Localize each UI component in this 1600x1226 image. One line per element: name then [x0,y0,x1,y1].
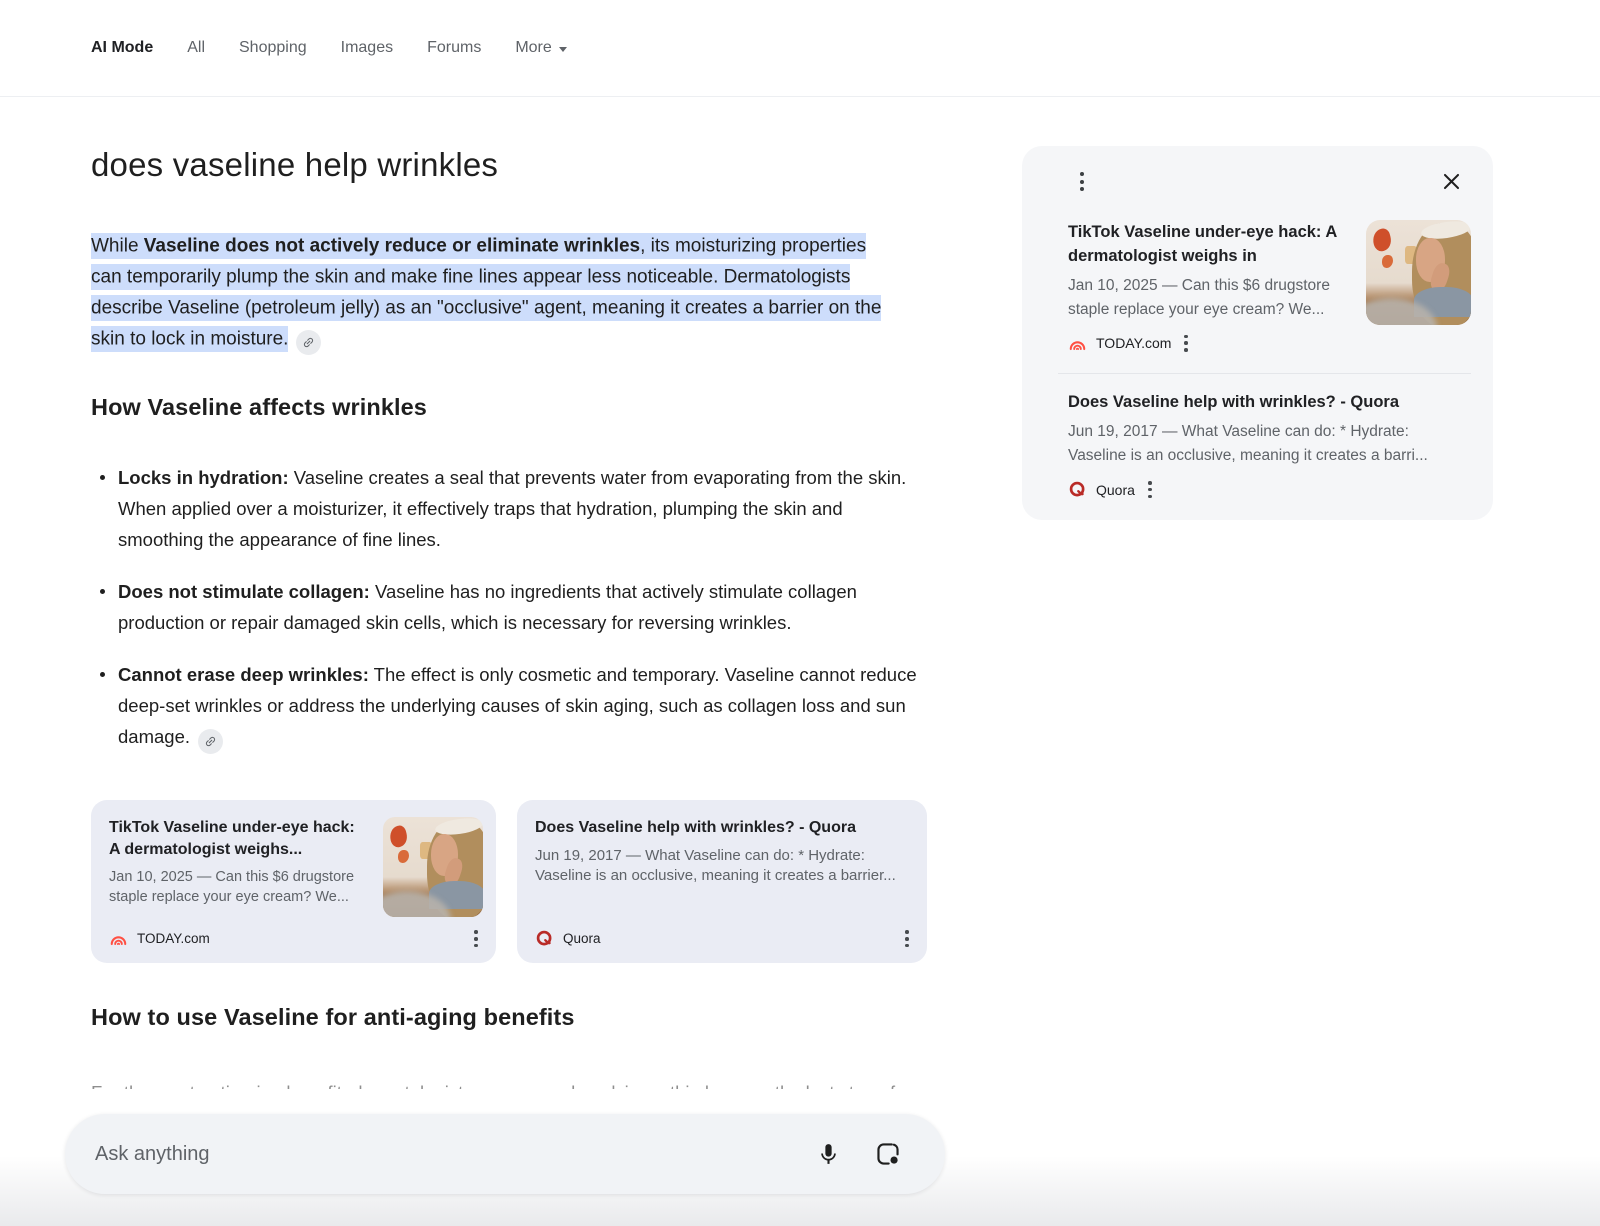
panel-source-snippet: Jan 10, 2025 — Can this $6 drugstore sta… [1068,274,1350,321]
lens-search-button[interactable] [871,1137,905,1171]
sources-side-panel: TikTok Vaseline under-eye hack: A dermat… [1022,146,1493,520]
ask-anything-input[interactable] [93,1142,785,1167]
article-thumbnail [1366,220,1471,325]
panel-entry-menu-button[interactable] [1144,477,1156,501]
quora-logo-icon [535,929,554,948]
ask-anything-bar[interactable] [65,1114,945,1194]
search-mode-tabs: AI Mode All Shopping Images Forums More [0,0,1600,97]
ai-answer-paragraph: While Vaseline does not actively reduce … [91,230,886,355]
card-menu-button[interactable] [901,927,913,951]
close-icon [1440,170,1463,193]
citation-link-button[interactable] [198,729,223,754]
section-heading-affects: How Vaseline affects wrinkles [91,394,427,421]
quora-logo-icon [1068,480,1087,499]
section-heading-how-to-use: How to use Vaseline for anti-aging benef… [91,1004,575,1031]
source-name: Quora [1096,482,1135,498]
bullet-list: Locks in hydration: Vaseline creates a s… [91,462,921,775]
today-logo-icon [1068,334,1087,353]
source-card-snippet: Jun 19, 2017 — What Vaseline can do: * H… [535,846,907,886]
source-card-title: Does Vaseline help with wrinkles? - Quor… [535,817,907,839]
panel-entry-menu-button[interactable] [1180,331,1192,355]
source-card-today[interactable]: TikTok Vaseline under-eye hack: A dermat… [91,800,496,963]
tab-images[interactable]: Images [341,39,393,57]
tab-shopping[interactable]: Shopping [239,39,307,57]
divider [1058,373,1471,374]
panel-source-title: TikTok Vaseline under-eye hack: A dermat… [1068,220,1350,268]
source-cards-row: TikTok Vaseline under-eye hack: A dermat… [91,800,927,963]
panel-source-today[interactable]: TikTok Vaseline under-eye hack: A dermat… [1068,220,1471,355]
chevron-down-icon [559,47,567,52]
tab-ai-mode[interactable]: AI Mode [91,39,153,57]
panel-source-title: Does Vaseline help with wrinkles? - Quor… [1068,390,1471,414]
panel-close-button[interactable] [1438,168,1465,195]
chain-link-icon [300,333,318,351]
tab-more-label: More [515,39,551,57]
source-card-title: TikTok Vaseline under-eye hack: A dermat… [109,817,364,860]
today-logo-icon [109,929,128,948]
bullet-item: Locks in hydration: Vaseline creates a s… [91,462,921,555]
article-thumbnail [383,817,483,917]
panel-source-snippet: Jun 19, 2017 — What Vaseline can do: * H… [1068,420,1471,467]
source-name: Quora [563,931,601,946]
panel-source-quora[interactable]: Does Vaseline help with wrinkles? - Quor… [1068,390,1471,501]
tab-forums[interactable]: Forums [427,39,481,57]
tab-all[interactable]: All [187,39,205,57]
source-card-quora[interactable]: Does Vaseline help with wrinkles? - Quor… [517,800,927,963]
voice-search-button[interactable] [811,1137,845,1171]
tab-more[interactable]: More [515,39,566,57]
bullet-item: Does not stimulate collagen: Vaseline ha… [91,576,921,638]
bullet-item: Cannot erase deep wrinkles: The effect i… [91,659,921,754]
source-name: TODAY.com [137,931,210,946]
microphone-icon [816,1142,841,1167]
google-lens-icon [875,1141,901,1167]
source-name: TODAY.com [1096,335,1171,351]
highlighted-answer-text: While Vaseline does not actively reduce … [91,233,881,352]
query-title: does vaseline help wrinkles [91,146,498,184]
truncated-paragraph: For the most anti-aging benefit, dermato… [91,1078,911,1089]
card-menu-button[interactable] [470,927,482,951]
source-card-snippet: Jan 10, 2025 — Can this $6 drugstore sta… [109,867,369,907]
chain-link-icon [201,732,219,750]
citation-link-button[interactable] [296,330,321,355]
panel-menu-button[interactable] [1076,168,1088,195]
